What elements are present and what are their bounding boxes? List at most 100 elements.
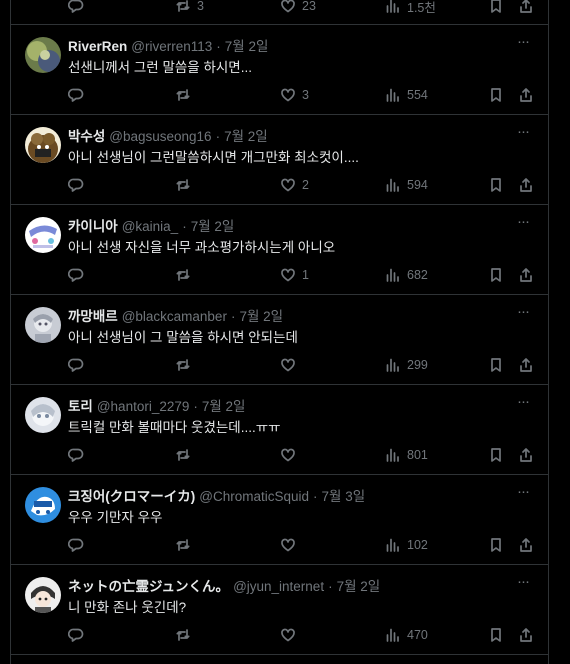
like-button[interactable]: [280, 355, 302, 375]
retweet-button[interactable]: [175, 175, 191, 195]
avatar[interactable]: [25, 37, 61, 73]
views-button[interactable]: 594: [385, 175, 428, 195]
more-icon[interactable]: ···: [514, 574, 532, 595]
display-name[interactable]: 까망배르: [68, 309, 118, 324]
reply-post[interactable]: ネットの亡霊ジュンくん。 @jyun_internet · 7월 2일 ··· 니 만…: [11, 565, 548, 655]
post-date[interactable]: 7월 2일: [191, 219, 235, 234]
like-button[interactable]: [280, 445, 302, 465]
views-button[interactable]: 1.5천: [385, 0, 436, 16]
bookmark-button[interactable]: [488, 265, 504, 285]
reply-post[interactable]: 크징어(クロマーイカ) @ChromaticSquid · 7월 3일 ··· 우우 …: [11, 475, 548, 565]
bookmark-button[interactable]: [488, 445, 504, 465]
avatar[interactable]: [25, 307, 61, 343]
avatar[interactable]: [25, 487, 61, 523]
views-button[interactable]: 682: [385, 265, 428, 285]
reply-post[interactable]: 까망배르 @blackcamanber · 7월 2일 ··· 아니 선생님이 그 말…: [11, 295, 548, 385]
display-name[interactable]: RiverRen: [68, 39, 127, 54]
bookmark-icon: [491, 538, 501, 552]
views-button[interactable]: 554: [385, 85, 428, 105]
views-button[interactable]: 470: [385, 625, 428, 645]
retweet-button[interactable]: [175, 535, 191, 555]
more-icon[interactable]: ···: [514, 124, 532, 145]
bookmark-button[interactable]: [488, 85, 504, 105]
reply-feed: 3 23 1.5천 RiverRen @riverren113 · 7월 2일 ···…: [10, 0, 549, 664]
share-button[interactable]: [518, 535, 534, 555]
reply-button[interactable]: [68, 0, 84, 16]
like-button[interactable]: 2: [280, 175, 309, 195]
views-button[interactable]: 299: [385, 355, 428, 375]
share-button[interactable]: [518, 265, 534, 285]
reply-icon: [68, 0, 84, 13]
avatar[interactable]: [25, 127, 61, 163]
more-icon[interactable]: ···: [514, 484, 532, 505]
views-icon: [386, 538, 399, 552]
retweet-button[interactable]: [175, 265, 191, 285]
user-handle[interactable]: @blackcamanber: [122, 309, 227, 324]
reply-button[interactable]: [68, 355, 84, 375]
bookmark-button[interactable]: [488, 0, 504, 16]
reply-button[interactable]: [68, 535, 84, 555]
bookmark-button[interactable]: [488, 355, 504, 375]
avatar[interactable]: [25, 217, 61, 253]
views-count: 682: [407, 268, 428, 282]
user-handle[interactable]: @hantori_2279: [97, 399, 190, 414]
retweet-button[interactable]: [175, 445, 191, 465]
like-button[interactable]: 3: [280, 85, 309, 105]
retweet-button[interactable]: [175, 355, 191, 375]
bookmark-button[interactable]: [488, 535, 504, 555]
retweet-button[interactable]: [175, 625, 191, 645]
post-date[interactable]: 7월 2일: [224, 129, 268, 144]
bookmark-button[interactable]: [488, 625, 504, 645]
display-name[interactable]: 크징어(クロマーイカ): [68, 489, 195, 504]
avatar[interactable]: [25, 397, 61, 433]
views-button[interactable]: 102: [385, 535, 428, 555]
like-button[interactable]: [280, 625, 302, 645]
like-button[interactable]: 23: [280, 0, 316, 16]
action-bar: 470: [68, 625, 538, 645]
reply-button[interactable]: [68, 175, 84, 195]
views-button[interactable]: 801: [385, 445, 428, 465]
retweet-button[interactable]: [175, 85, 191, 105]
display-name[interactable]: 카이니아: [68, 219, 118, 234]
reply-button[interactable]: [68, 265, 84, 285]
display-name[interactable]: 박수성: [68, 129, 105, 144]
reply-button[interactable]: [68, 85, 84, 105]
reply-button[interactable]: [68, 625, 84, 645]
more-icon[interactable]: ···: [514, 34, 532, 55]
like-button[interactable]: 1: [280, 265, 309, 285]
share-button[interactable]: [518, 355, 534, 375]
more-icon[interactable]: ···: [514, 304, 532, 325]
retweet-button[interactable]: 3: [175, 0, 204, 16]
share-button[interactable]: [518, 85, 534, 105]
reply-post[interactable]: 카이니아 @kainia_ · 7월 2일 ··· 아니 선생 자신을 너무 과소평가…: [11, 205, 548, 295]
post-date[interactable]: 7월 3일: [322, 489, 366, 504]
more-icon[interactable]: ···: [514, 214, 532, 235]
user-handle[interactable]: @ChromaticSquid: [199, 489, 309, 504]
post-date[interactable]: 7월 2일: [225, 39, 269, 54]
share-button[interactable]: [518, 445, 534, 465]
more-icon[interactable]: ···: [514, 394, 532, 415]
share-icon: [520, 448, 532, 462]
display-name[interactable]: 토리: [68, 399, 93, 414]
bookmark-button[interactable]: [488, 175, 504, 195]
user-handle[interactable]: @jyun_internet: [233, 579, 324, 594]
share-button[interactable]: [518, 625, 534, 645]
display-name[interactable]: ネットの亡霊ジュンくん。: [68, 579, 229, 594]
reply-post[interactable]: RiverRen @riverren113 · 7월 2일 ··· 선샌니께서 그런 …: [11, 25, 548, 115]
user-handle[interactable]: @riverren113: [131, 39, 212, 54]
share-button[interactable]: [518, 175, 534, 195]
user-handle[interactable]: @kainia_: [122, 219, 179, 234]
avatar[interactable]: [25, 577, 61, 613]
reply-button[interactable]: [68, 445, 84, 465]
user-handle[interactable]: @bagsuseong16: [109, 129, 211, 144]
reply-post[interactable]: 박수성 @bagsuseong16 · 7월 2일 ··· 아니 선생님이 그런말씀하…: [11, 115, 548, 205]
action-bar: 3 554: [68, 85, 538, 105]
action-bar: 2 594: [68, 175, 538, 195]
post-date[interactable]: 7월 2일: [337, 579, 381, 594]
share-button[interactable]: [518, 0, 534, 16]
views-count: 102: [407, 538, 428, 552]
reply-post[interactable]: 토리 @hantori_2279 · 7월 2일 ··· 트릭컬 만화 볼때마다 웃겼…: [11, 385, 548, 475]
like-button[interactable]: [280, 535, 302, 555]
post-date[interactable]: 7월 2일: [202, 399, 246, 414]
post-date[interactable]: 7월 2일: [239, 309, 283, 324]
